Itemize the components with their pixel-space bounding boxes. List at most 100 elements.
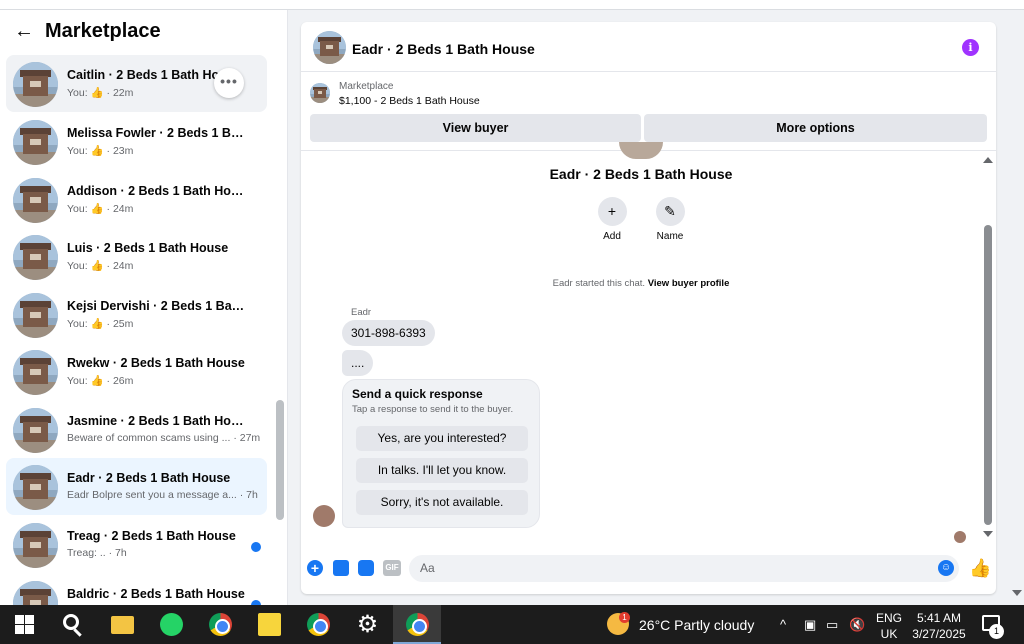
- view-buyer-profile-link[interactable]: View buyer profile: [648, 278, 730, 289]
- message-bubble[interactable]: ....: [342, 350, 374, 376]
- scroll-up-arrow-icon[interactable]: [983, 157, 993, 163]
- listing-thumbnail[interactable]: [310, 83, 330, 103]
- conversation-name: Melissa Fowler · 2 Beds 1 Bath ...: [67, 126, 245, 140]
- conversation-preview: You: 👍 · 23m: [67, 145, 134, 157]
- add-action[interactable]: + Add: [587, 197, 637, 242]
- chevron-up-icon[interactable]: ^: [780, 617, 786, 632]
- quick-response-button[interactable]: In talks. I'll let you know.: [356, 458, 528, 483]
- weather-text[interactable]: 26°C Partly cloudy: [639, 617, 754, 633]
- message-scrollbar[interactable]: [984, 225, 992, 525]
- sticky-notes-icon: [258, 613, 281, 636]
- view-buyer-button[interactable]: View buyer: [310, 114, 641, 142]
- plus-icon[interactable]: +: [307, 560, 323, 576]
- chat-header: Eadr · 2 Beds 1 Bath House i: [301, 22, 996, 72]
- listing-thumbnail: [13, 523, 58, 568]
- search-icon: [63, 614, 79, 630]
- chrome-profile-icon: [406, 613, 429, 636]
- add-person-icon: +: [597, 197, 627, 226]
- sidebar-title: Marketplace: [45, 20, 161, 42]
- conversation-preview: You: 👍 · 22m: [67, 87, 134, 99]
- taskbar-sticky-notes[interactable]: [245, 605, 293, 644]
- photo-icon[interactable]: [333, 560, 349, 576]
- sticker-icon[interactable]: [358, 560, 374, 576]
- taskbar-file-explorer[interactable]: [98, 605, 146, 644]
- listing-thumbnail: [13, 235, 58, 280]
- started-text: Eadr started this chat.: [552, 278, 646, 289]
- sender-name: Eadr: [351, 307, 372, 318]
- conversation-row[interactable]: Addison · 2 Beds 1 Bath House You: 👍 · 24…: [6, 171, 267, 228]
- conversation-name: Jasmine · 2 Beds 1 Bath House: [67, 414, 245, 428]
- weather-badge: 1: [619, 612, 630, 623]
- add-label: Add: [603, 231, 621, 242]
- listing-category: Marketplace: [339, 81, 394, 92]
- conversation-name: Addison · 2 Beds 1 Bath House: [67, 184, 245, 198]
- volume-muted-icon[interactable]: 🔇: [849, 617, 865, 633]
- conversation-name: Baldric · 2 Beds 1 Bath House: [67, 587, 245, 601]
- chat-title[interactable]: Eadr · 2 Beds 1 Bath House: [352, 41, 535, 57]
- quick-response-card: Send a quick response Tap a response to …: [342, 379, 540, 528]
- info-icon[interactable]: i: [962, 39, 979, 56]
- back-arrow-icon[interactable]: ←: [14, 20, 36, 42]
- language-code: ENG: [876, 611, 903, 625]
- notification-badge: 1: [989, 624, 1004, 639]
- name-action[interactable]: ✎ Name: [645, 197, 695, 242]
- taskbar-search[interactable]: [48, 605, 96, 644]
- message-bubble[interactable]: 301-898-6393: [342, 320, 435, 346]
- taskbar-chrome[interactable]: [196, 605, 244, 644]
- gear-icon: ⚙: [356, 611, 379, 638]
- listing-thumbnail: [13, 178, 58, 223]
- pencil-icon: ✎: [655, 197, 685, 226]
- more-options-icon[interactable]: •••: [214, 68, 244, 98]
- message-input[interactable]: Aa: [409, 555, 959, 582]
- clock-time: 5:41 AM: [916, 611, 962, 625]
- taskbar-chrome-2[interactable]: [294, 605, 342, 644]
- conversation-row[interactable]: Luis · 2 Beds 1 Bath House You: 👍 · 24m: [6, 228, 267, 285]
- conversation-name: Treag · 2 Beds 1 Bath House: [67, 529, 236, 543]
- quick-response-title: Send a quick response: [352, 387, 483, 401]
- listing-thumbnail: [13, 120, 58, 165]
- camera-icon[interactable]: ▣: [804, 617, 816, 633]
- conversation-preview: Beware of common scams using ... · 27m: [67, 432, 261, 444]
- language-indicator[interactable]: ENG UK: [876, 610, 902, 642]
- taskbar-whatsapp[interactable]: [147, 605, 195, 644]
- chrome-icon: [209, 613, 232, 636]
- conversation-preview: You: 👍 · 25m: [67, 318, 134, 330]
- name-label: Name: [656, 231, 684, 242]
- listing-thumbnail: [13, 350, 58, 395]
- page-scroll-down-icon[interactable]: [1012, 590, 1022, 596]
- thumbs-up-icon[interactable]: 👍: [969, 558, 991, 578]
- conversation-row[interactable]: Eadr · 2 Beds 1 Bath House Eadr Bolpre se…: [6, 458, 267, 515]
- conversation-preview: Treag: .. · 7h: [67, 547, 127, 559]
- top-strip: [0, 0, 1024, 10]
- scroll-down-arrow-icon[interactable]: [983, 531, 993, 537]
- conversation-row[interactable]: Rwekw · 2 Beds 1 Bath House You: 👍 · 26m: [6, 343, 267, 400]
- conversation-row[interactable]: Melissa Fowler · 2 Beds 1 Bath ... You: 👍…: [6, 113, 267, 170]
- windows-taskbar: ⚙ 1 26°C Partly cloudy ^ ▣ ▭ 🔇 ENG UK 5:…: [0, 605, 1024, 644]
- taskbar-settings[interactable]: ⚙: [343, 605, 391, 644]
- listing-thumbnail: [13, 408, 58, 453]
- sender-avatar[interactable]: [313, 505, 335, 527]
- conversation-row[interactable]: Jasmine · 2 Beds 1 Bath House Beware of c…: [6, 401, 267, 458]
- gif-icon[interactable]: GIF: [383, 560, 401, 576]
- conversation-name: Eadr · 2 Beds 1 Bath House: [549, 166, 733, 182]
- taskbar-chrome-profile[interactable]: [393, 605, 441, 644]
- more-options-button[interactable]: More options: [644, 114, 987, 142]
- clock[interactable]: 5:41 AM 3/27/2025: [910, 610, 968, 642]
- listing-thumbnail: [13, 581, 58, 605]
- network-icon[interactable]: ▭: [826, 617, 838, 633]
- listing-price[interactable]: $1,100 - 2 Beds 1 Bath House: [339, 95, 480, 107]
- chat-header-thumbnail[interactable]: [313, 31, 346, 64]
- conversation-row[interactable]: Treag · 2 Beds 1 Bath House Treag: .. · 7…: [6, 516, 267, 573]
- conversation-row[interactable]: Baldric · 2 Beds 1 Bath House: [6, 574, 267, 605]
- quick-response-button[interactable]: Sorry, it's not available.: [356, 490, 528, 515]
- quick-response-button[interactable]: Yes, are you interested?: [356, 426, 528, 451]
- conversation-row[interactable]: Caitlin · 2 Beds 1 Bath House You: 👍 · 22…: [6, 55, 267, 112]
- conversation-row[interactable]: Kejsi Dervishi · 2 Beds 1 Bath H... You: …: [6, 286, 267, 343]
- conversation-name: Kejsi Dervishi · 2 Beds 1 Bath H...: [67, 299, 245, 313]
- emoji-icon[interactable]: ☺: [938, 560, 954, 576]
- start-button[interactable]: [0, 605, 48, 644]
- windows-logo-icon: [13, 613, 36, 636]
- keyboard-layout: UK: [880, 627, 898, 641]
- sidebar-scrollbar[interactable]: [276, 400, 284, 520]
- quick-response-subtitle: Tap a response to send it to the buyer.: [352, 404, 514, 415]
